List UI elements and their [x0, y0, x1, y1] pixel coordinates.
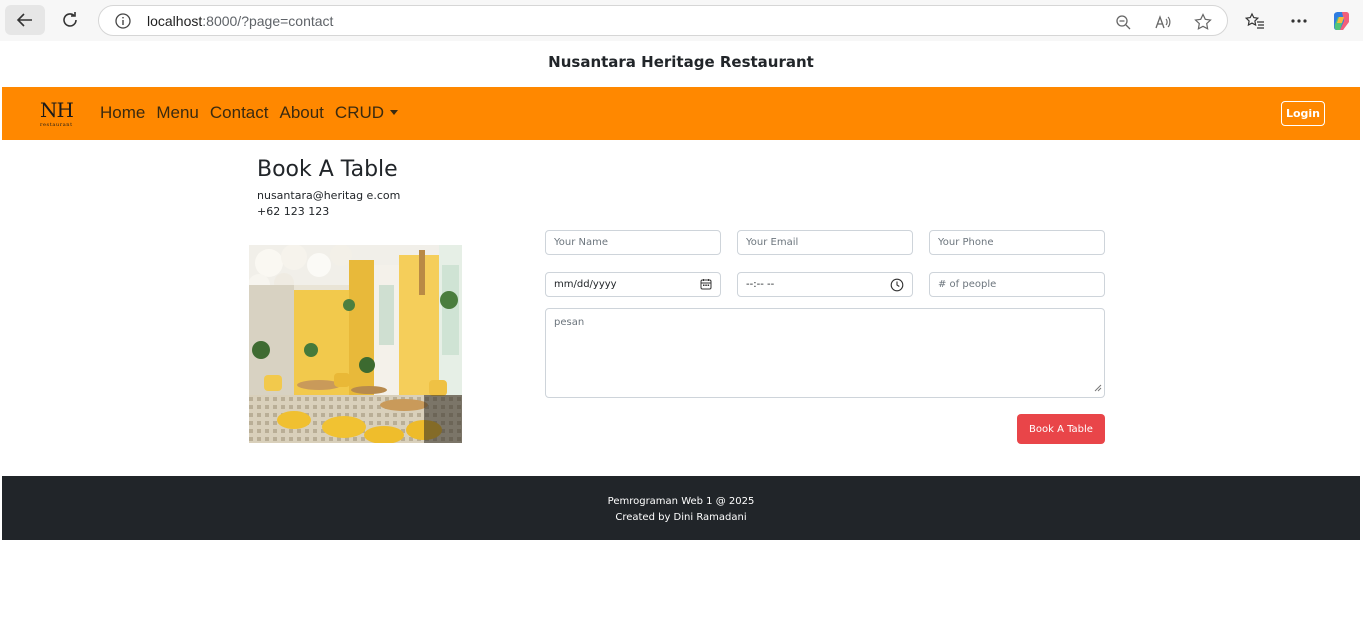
calendar-icon[interactable] [700, 278, 712, 293]
message-textarea[interactable]: pesan [545, 308, 1105, 398]
url-path: :8000/?page=contact [202, 13, 334, 29]
name-input[interactable]: Your Name [545, 230, 721, 255]
read-aloud-icon[interactable] [1153, 12, 1173, 32]
arrow-left-icon [16, 13, 32, 27]
login-button[interactable]: Login [1281, 101, 1325, 126]
restaurant-interior-image [249, 245, 462, 443]
nav-item-home[interactable]: Home [100, 103, 145, 123]
url-text: localhost:8000/?page=contact [147, 13, 333, 29]
favorite-star-icon[interactable] [1193, 12, 1213, 32]
reload-button[interactable] [50, 5, 90, 35]
date-input[interactable]: mm/dd/yyyy [545, 272, 721, 297]
site-title: Nusantara Heritage Restaurant [548, 53, 814, 71]
email-input[interactable]: Your Email [737, 230, 913, 255]
resize-handle-icon[interactable] [1094, 384, 1102, 395]
people-count-input[interactable]: # of people [929, 272, 1105, 297]
time-input[interactable]: --:-- -- [737, 272, 913, 297]
nav-links: Home Menu Contact About CRUD [100, 103, 399, 123]
message-placeholder: pesan [554, 317, 585, 328]
book-table-button[interactable]: Book A Table [1017, 414, 1105, 444]
phone-input[interactable]: Your Phone [929, 230, 1105, 255]
nav-item-about[interactable]: About [279, 103, 323, 123]
caret-down-icon [390, 110, 399, 115]
copilot-icon[interactable] [1330, 10, 1352, 32]
nav-item-crud-dropdown[interactable]: CRUD [334, 103, 399, 123]
restaurant-logo[interactable]: NH restaurant [40, 99, 84, 131]
time-value: --:-- -- [746, 279, 775, 290]
nav-item-crud-label: CRUD [334, 103, 385, 122]
date-value: mm/dd/yyyy [554, 279, 617, 290]
navbar: NH restaurant Home Menu Contact About CR… [2, 87, 1360, 140]
contact-phone: +62 123 123 [257, 205, 330, 218]
reload-icon [63, 12, 77, 27]
url-host: localhost [147, 13, 203, 29]
footer: Pemrograman Web 1 @ 2025 Created by Dini… [2, 476, 1360, 540]
nav-item-menu[interactable]: Menu [156, 103, 199, 123]
back-button[interactable] [5, 5, 45, 35]
site-info-icon[interactable] [115, 13, 131, 34]
page-heading: Book A Table [257, 157, 398, 182]
footer-course-text: Pemrograman Web 1 @ 2025 [607, 496, 755, 507]
logo-text: NH [40, 98, 74, 122]
favorites-list-icon[interactable] [1244, 10, 1266, 32]
zoom-out-icon[interactable] [1113, 12, 1133, 32]
clock-icon[interactable] [890, 278, 904, 295]
address-bar[interactable]: localhost:8000/?page=contact [98, 5, 1228, 36]
more-options-icon[interactable] [1288, 10, 1310, 32]
footer-credit-text: Created by Dini Ramadani [615, 512, 747, 523]
nav-item-contact[interactable]: Contact [210, 103, 269, 123]
browser-toolbar: localhost:8000/?page=contact [0, 0, 1363, 41]
contact-email: nusantara@heritag e.com [257, 189, 401, 202]
page-viewport: Nusantara Heritage Restaurant NH restaur… [2, 41, 1360, 644]
logo-subtext: restaurant [40, 122, 73, 128]
